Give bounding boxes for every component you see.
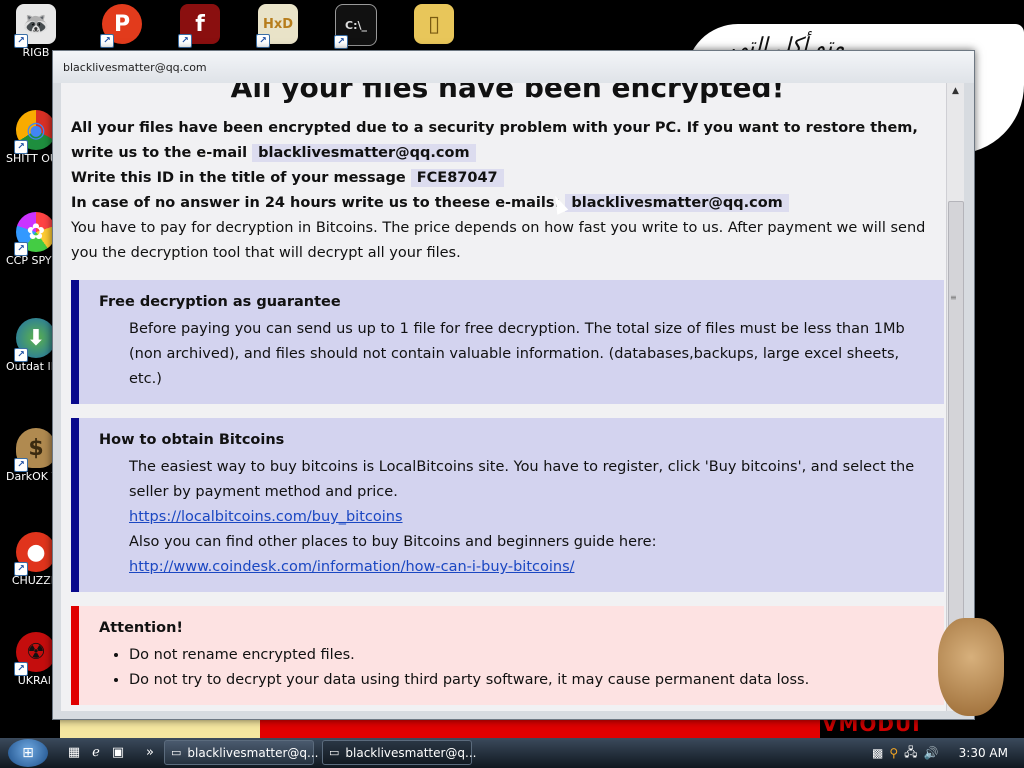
taskbar: ⊞ ▦ ℯ ▣ » ▭ blacklivesmatter@q... ▭ blac… xyxy=(0,738,1024,768)
box-title: How to obtain Bitcoins xyxy=(99,432,285,448)
localbitcoins-link[interactable]: https://localbitcoins.com/buy_bitcoins xyxy=(129,509,403,525)
radiation-icon: ☢ ↗ xyxy=(14,632,56,676)
hamster-gadget-icon xyxy=(938,618,1004,716)
box-title: Free decryption as guarantee xyxy=(99,294,341,310)
folder-icon: ▯ xyxy=(414,4,454,44)
desktop-icon-p[interactable]: P ↗ xyxy=(92,4,152,48)
box-body: The easiest way to buy bitcoins is Local… xyxy=(129,459,915,575)
network-icon[interactable]: 🖧 xyxy=(904,743,917,764)
desktop-icon-hxd[interactable]: HxD ↗ xyxy=(248,4,308,48)
clock[interactable]: 3:30 AM xyxy=(959,746,1008,760)
desktop-icon-folder[interactable]: ▯ xyxy=(404,4,464,46)
media-icon[interactable]: ▣ xyxy=(110,745,126,761)
internet-explorer-icon[interactable]: ℯ xyxy=(88,745,104,761)
window-icon: ▭ xyxy=(171,745,182,759)
volume-icon[interactable]: 🔊 xyxy=(924,746,939,760)
chuzzle-icon: ● ↗ xyxy=(14,532,56,576)
list-item: Do not try to decrypt your data using th… xyxy=(129,668,934,693)
scrollbar-thumb[interactable] xyxy=(948,201,964,635)
system-tray: ▩ ⚲ 🖧 🔊 xyxy=(872,738,938,768)
taskbar-button[interactable]: ▭ blacklivesmatter@q... xyxy=(164,740,319,765)
flower-icon: ✿ ↗ xyxy=(14,212,56,256)
id-line: Write this ID in the title of your messa… xyxy=(71,166,944,191)
attention-list: Do not rename encrypted files. Do not tr… xyxy=(99,643,934,693)
coindesk-link[interactable]: http://www.coindesk.com/information/how-… xyxy=(129,559,575,575)
contact-email: blacklivesmatter@qq.com xyxy=(252,144,476,162)
desktop-icon-cmd[interactable]: C:\_ ↗ xyxy=(326,4,386,49)
intro-text: All your files have been encrypted due t… xyxy=(71,120,918,162)
search-icon[interactable]: ⚲ xyxy=(889,746,898,760)
window-title: blacklivesmatter@qq.com xyxy=(53,51,974,83)
attention-box: Attention! Do not rename encrypted files… xyxy=(71,606,944,705)
command-prompt-icon: C:\_ ↗ xyxy=(334,4,377,49)
grip-icon: ≡ xyxy=(950,293,957,302)
money-bag-icon: $ ↗ xyxy=(14,428,56,472)
scroll-up-arrow-icon[interactable]: ▲ xyxy=(947,83,964,100)
vertical-scrollbar[interactable]: ▲ ≡ xyxy=(946,83,964,711)
no-answer-line: In case of no answer in 24 hours write u… xyxy=(71,191,944,216)
chevron-right-icon[interactable]: » xyxy=(142,745,158,761)
hxd-icon: HxD ↗ xyxy=(256,4,298,48)
payment-text: You have to pay for decryption in Bitcoi… xyxy=(71,220,926,261)
tray-app-icon[interactable]: ▩ xyxy=(872,746,883,760)
victim-id: FCE87047 xyxy=(410,169,504,187)
list-item: Do not rename encrypted files. xyxy=(129,643,934,668)
backup-email: blacklivesmatter@qq.com xyxy=(565,194,789,212)
windows-logo-icon: ⊞ xyxy=(22,745,34,761)
bitcoin-info-box: How to obtain Bitcoins The easiest way t… xyxy=(71,418,944,592)
page-title: All your files have been encrypted! xyxy=(230,83,785,104)
start-button[interactable]: ⊞ xyxy=(8,739,48,767)
note-content: All your files have been encrypted! All … xyxy=(61,83,954,711)
window-icon: ▭ xyxy=(329,745,340,759)
chrome-icon: ◉ ↗ xyxy=(14,110,56,154)
taskbar-button[interactable]: ▭ blacklivesmatter@q... xyxy=(322,740,477,765)
box-title: Attention! xyxy=(99,620,184,636)
ransom-note-window[interactable]: blacklivesmatter@qq.com All your files h… xyxy=(52,50,975,720)
desktop-icon-flash[interactable]: f ↗ xyxy=(170,4,230,48)
p-app-icon: P ↗ xyxy=(100,4,142,48)
download-manager-icon: ⬇ ↗ xyxy=(14,318,56,362)
show-desktop-icon[interactable]: ▦ xyxy=(66,745,82,761)
flash-icon: f ↗ xyxy=(178,4,220,48)
raccoon-icon: 🦝 ↗ xyxy=(14,4,56,48)
free-decryption-box: Free decryption as guarantee Before payi… xyxy=(71,280,944,404)
box-body: Before paying you can send us up to 1 fi… xyxy=(129,321,905,387)
